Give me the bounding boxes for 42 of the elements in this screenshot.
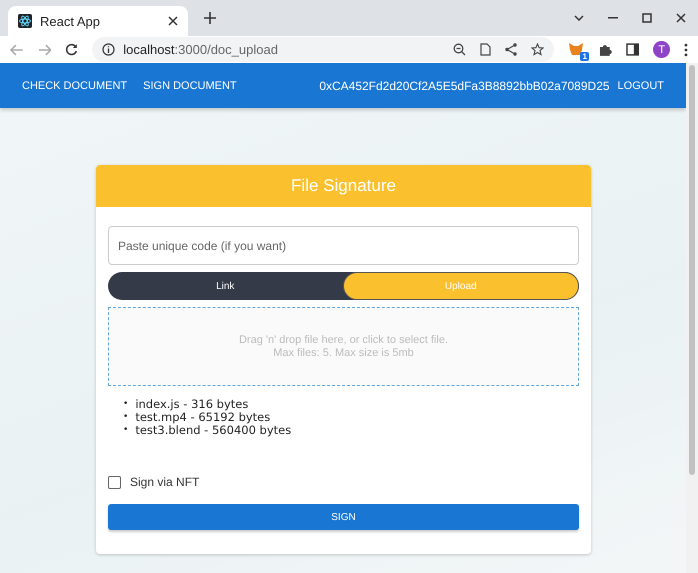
wallet-address: 0xCA452Fd2d20Cf2A5E5dFa3B8892bbB02a7089D25 [319,78,610,92]
nav-link[interactable]: CHECK DOCUMENT [22,80,128,92]
scrollbar-thumb[interactable] [689,65,695,475]
sign-button[interactable]: SIGN [108,504,579,530]
minimize-icon[interactable] [608,17,618,19]
browser-tab[interactable]: React App [8,6,188,36]
address-field[interactable]: localhost:3000/doc_upload [92,37,554,62]
checkbox-label: Sign via NFT [130,475,200,489]
zoom-out-icon[interactable] [452,43,466,56]
reload-icon[interactable] [65,43,78,56]
share-icon[interactable] [504,43,517,56]
star-icon[interactable] [530,43,544,56]
close-icon[interactable] [676,13,686,23]
mode-option[interactable]: Link [108,272,342,300]
kebab-menu-icon[interactable] [684,42,688,56]
puzzle-icon[interactable] [598,42,612,56]
close-icon[interactable] [168,16,178,26]
extension-badge: 1 [580,52,589,61]
bullet: • [123,398,128,410]
atom-icon [18,14,32,28]
logout-link[interactable]: LOGOUT [618,80,664,92]
side-panel-icon[interactable] [626,43,640,56]
nav-link[interactable]: SIGN DOCUMENT [143,80,237,92]
card-title: File Signature [291,176,396,196]
file-item: index.js - 316 bytes [135,396,248,410]
file-item: test.mp4 - 65192 bytes [135,410,270,424]
bullet: • [123,410,128,424]
tab-title: React App [40,14,101,28]
chevron-down-icon[interactable] [574,15,584,21]
fox-icon[interactable] [568,42,584,57]
plus-icon[interactable] [204,12,216,24]
url-text: localhost:3000/doc_upload [123,42,278,57]
dropzone-hint: Max files: 5. Max size is 5mb [273,346,414,360]
info-icon [102,43,116,56]
maximize-icon[interactable] [642,13,652,23]
profile-avatar[interactable]: T [653,41,670,58]
dropzone-hint: Drag 'n' drop file here, or click to select file. [238,334,448,346]
nft-checkbox[interactable] [108,476,121,488]
code-input-field[interactable]: Paste unique code (if you want) [108,226,579,265]
document-icon[interactable] [480,43,491,56]
bullet: • [123,424,128,436]
file-item: test3.blend - 560400 bytes [135,422,292,436]
